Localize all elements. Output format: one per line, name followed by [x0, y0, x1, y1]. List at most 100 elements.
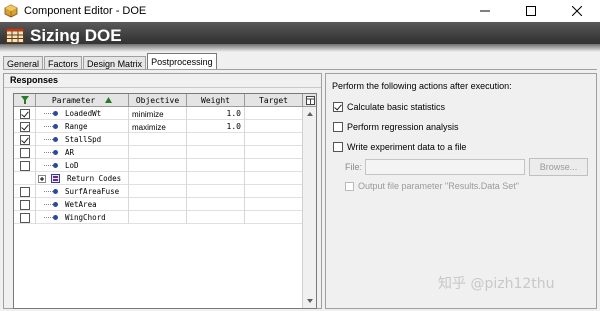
window-title: Component Editor - DOE	[24, 5, 147, 17]
row-checkbox[interactable]	[19, 212, 30, 223]
responses-panel: Responses Parameter Objective Weight Tar…	[3, 73, 322, 309]
variable-bullet-icon	[53, 215, 58, 220]
weight-cell[interactable]	[187, 211, 245, 224]
output-param-option[interactable]: Output file parameter "Results.Data Set"	[345, 181, 519, 191]
close-button[interactable]	[554, 0, 600, 22]
table-row[interactable]: SurfAreaFuse	[14, 185, 303, 198]
responses-title: Responses	[10, 75, 59, 85]
parameter-name: AR	[65, 148, 75, 157]
objective-cell[interactable]	[129, 185, 187, 198]
table-columns-icon	[305, 95, 315, 105]
weight-cell[interactable]	[187, 133, 245, 146]
target-cell[interactable]	[245, 185, 303, 198]
parameter-name: LoadedWt	[65, 109, 102, 118]
variable-bullet-icon	[53, 202, 58, 207]
target-cell[interactable]	[245, 198, 303, 211]
maximize-button[interactable]	[508, 0, 554, 22]
table-row[interactable]: WetArea	[14, 198, 303, 211]
weight-cell[interactable]	[187, 146, 245, 159]
table-row[interactable]: LoadedWt minimize 1.0	[14, 107, 303, 120]
expand-plus-icon[interactable]	[38, 174, 46, 183]
tab-general[interactable]: General	[3, 56, 44, 70]
parameter-name: WetArea	[65, 200, 97, 209]
actions-heading: Perform the following actions after exec…	[332, 81, 512, 91]
table-row[interactable]: LoD	[14, 159, 303, 172]
header-parameter[interactable]: Parameter	[36, 94, 129, 107]
objective-cell[interactable]	[129, 198, 187, 211]
calc-stats-label: Calculate basic statistics	[347, 102, 446, 112]
row-checkbox[interactable]	[19, 147, 30, 158]
header-weight[interactable]: Weight	[187, 94, 245, 107]
filter-header[interactable]	[14, 94, 36, 107]
regression-label: Perform regression analysis	[347, 122, 459, 132]
header-target[interactable]: Target	[245, 94, 303, 107]
column-chooser-button[interactable]	[303, 94, 316, 107]
row-check-cell	[14, 159, 36, 172]
weight-cell[interactable]	[187, 172, 245, 185]
objective-cell[interactable]	[129, 211, 187, 224]
row-parameter-cell: WetArea	[36, 198, 129, 211]
tree-connector	[44, 217, 53, 218]
tab-bar: General Factors Design Matrix Postproces…	[3, 53, 218, 70]
target-cell[interactable]	[245, 146, 303, 159]
row-checkbox[interactable]	[19, 134, 30, 145]
row-checkbox[interactable]	[19, 199, 30, 210]
row-parameter-cell: StallSpd	[36, 133, 129, 146]
weight-cell[interactable]	[187, 185, 245, 198]
table-row[interactable]: StallSpd	[14, 133, 303, 146]
target-cell[interactable]	[245, 133, 303, 146]
write-file-option[interactable]: Write experiment data to a file	[333, 142, 466, 152]
target-cell[interactable]	[245, 159, 303, 172]
tab-factors[interactable]: Factors	[44, 56, 83, 70]
title-bar: Component Editor - DOE	[0, 0, 600, 22]
calc-stats-checkbox[interactable]	[333, 102, 343, 112]
app-icon	[4, 4, 18, 18]
row-checkbox[interactable]	[19, 186, 30, 197]
target-cell[interactable]	[245, 120, 303, 133]
minimize-button[interactable]	[462, 0, 508, 22]
scroll-down-icon[interactable]	[303, 296, 317, 306]
objective-cell[interactable]	[129, 133, 187, 146]
row-check-cell	[14, 120, 36, 133]
write-file-checkbox[interactable]	[333, 142, 343, 152]
variable-bullet-icon	[53, 163, 58, 168]
table-row[interactable]: AR	[14, 146, 303, 159]
objective-cell[interactable]: minimize	[129, 107, 187, 120]
calc-stats-option[interactable]: Calculate basic statistics	[333, 102, 445, 112]
regression-checkbox[interactable]	[333, 122, 343, 132]
file-path-field[interactable]	[365, 159, 525, 175]
weight-cell[interactable]	[187, 159, 245, 172]
objective-cell[interactable]	[129, 146, 187, 159]
row-checkbox[interactable]	[19, 121, 30, 132]
target-cell[interactable]	[245, 172, 303, 185]
tab-postprocessing[interactable]: Postprocessing	[147, 53, 217, 70]
table-row[interactable]: WingChord	[14, 211, 303, 224]
browse-button[interactable]: Browse...	[529, 158, 588, 176]
table-row[interactable]: Range maximize 1.0	[14, 120, 303, 133]
group-folder-icon	[51, 174, 60, 183]
weight-cell[interactable]: 1.0	[187, 120, 245, 133]
row-parameter-cell: AR	[36, 146, 129, 159]
banner-shadow	[0, 44, 600, 52]
objective-cell[interactable]	[129, 159, 187, 172]
actions-panel: Perform the following actions after exec…	[325, 73, 597, 309]
target-cell[interactable]	[245, 211, 303, 224]
output-param-checkbox[interactable]	[345, 181, 354, 191]
objective-cell[interactable]: maximize	[129, 120, 187, 133]
tab-design-matrix[interactable]: Design Matrix	[83, 56, 147, 70]
weight-cell[interactable]: 1.0	[187, 107, 245, 120]
objective-cell[interactable]	[129, 172, 187, 185]
weight-cell[interactable]	[187, 198, 245, 211]
target-cell[interactable]	[245, 107, 303, 120]
row-checkbox[interactable]	[19, 160, 30, 171]
scroll-up-icon[interactable]	[303, 109, 317, 119]
row-checkbox[interactable]	[19, 108, 30, 119]
file-label: File:	[345, 162, 363, 172]
vertical-scrollbar[interactable]	[302, 107, 316, 308]
parameter-name: Return Codes	[67, 174, 122, 183]
table-row[interactable]: Return Codes	[14, 172, 303, 185]
watermark-text: 知乎 @pizh12thu	[438, 276, 555, 292]
row-check-cell	[14, 185, 36, 198]
header-objective[interactable]: Objective	[129, 94, 187, 107]
regression-option[interactable]: Perform regression analysis	[333, 122, 459, 132]
